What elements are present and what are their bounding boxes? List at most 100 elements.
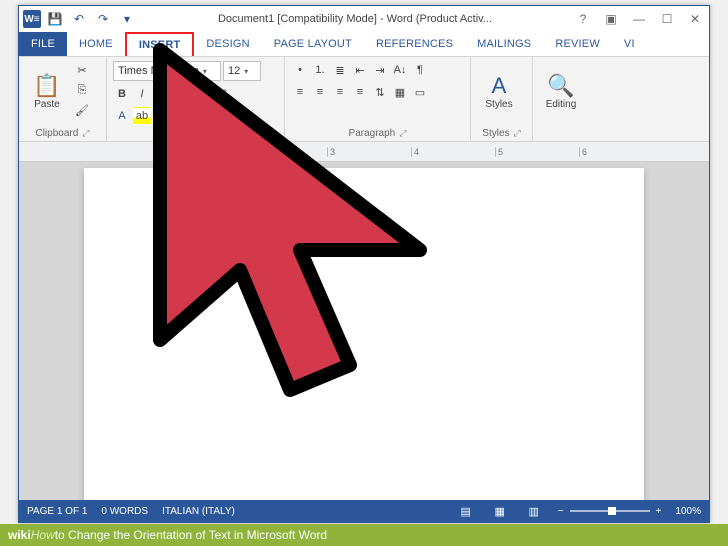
tab-page-layout[interactable]: PAGE LAYOUT xyxy=(262,32,364,56)
tab-view[interactable]: VI xyxy=(612,32,647,56)
ribbon-tabs: FILE HOME INSERT DESIGN PAGE LAYOUT REFE… xyxy=(19,32,709,56)
group-paragraph-label: Paragraph xyxy=(349,128,396,139)
styles-button[interactable]: A Styles xyxy=(477,61,521,121)
ribbon-display-button[interactable]: ▣ xyxy=(597,6,625,32)
bold-button[interactable]: B xyxy=(113,85,131,103)
qat-save-button[interactable]: 💾 xyxy=(45,9,65,29)
group-paragraph: • 1. ≣ ⇤ ⇥ A↓ ¶ ≡ ≡ ≡ ≡ xyxy=(285,57,471,141)
indent-button[interactable]: ⇥ xyxy=(371,61,389,79)
outdent-button[interactable]: ⇤ xyxy=(351,61,369,79)
group-clipboard: 📋 Paste ✂ ⎘ 🖌 Clipboard ⤢ xyxy=(19,57,107,141)
zoom-in-button[interactable]: + xyxy=(656,506,662,517)
ribbon: 📋 Paste ✂ ⎘ 🖌 Clipboard⤢ Times N xyxy=(19,56,709,142)
editing-label: Editing xyxy=(546,99,577,110)
zoom-percent[interactable]: 100% xyxy=(675,506,701,517)
paragraph-launcher[interactable]: ⤢ xyxy=(399,128,406,139)
bullets-button[interactable]: • xyxy=(291,61,309,79)
paste-label: Paste xyxy=(34,99,60,110)
tab-mailings[interactable]: MAILINGS xyxy=(465,32,543,56)
sort-button[interactable]: A↓ xyxy=(391,61,409,79)
copy-button[interactable]: ⎘ xyxy=(73,81,91,99)
change-case-button[interactable]: Aa xyxy=(153,107,171,125)
caption-how: How xyxy=(31,528,55,542)
document-area[interactable] xyxy=(19,162,709,500)
status-bar: PAGE 1 OF 1 0 WORDS ITALIAN (ITALY) ▤ ▦ … xyxy=(19,500,709,522)
group-styles: A Styles Styles ⤢ xyxy=(471,57,533,141)
find-icon: 🔍 xyxy=(547,73,574,99)
justify-button[interactable]: ≡ xyxy=(351,83,369,101)
ruler-tick: 3 xyxy=(327,147,411,157)
group-editing: 🔍 Editing xyxy=(533,57,595,141)
editing-button[interactable]: 🔍 Editing xyxy=(539,61,583,121)
qat-redo-button[interactable]: ↷ xyxy=(93,9,113,29)
status-page[interactable]: PAGE 1 OF 1 xyxy=(27,506,87,517)
numbering-button[interactable]: 1. xyxy=(311,61,329,79)
ruler-tick: 1 xyxy=(159,147,243,157)
group-font: Times New Rom▾ 12▾ B I U abc x₂ x² A xyxy=(107,57,285,141)
read-mode-button[interactable]: ▤ xyxy=(456,503,476,519)
zoom-slider[interactable]: − + xyxy=(558,506,662,517)
ruler-tick: 6 xyxy=(579,147,663,157)
web-layout-button[interactable]: ▥ xyxy=(524,503,544,519)
borders-button[interactable]: ▭ xyxy=(411,83,429,101)
tab-review[interactable]: REVIEW xyxy=(543,32,612,56)
text-caret xyxy=(156,240,157,256)
qat-customize-button[interactable]: ▾ xyxy=(117,9,137,29)
show-marks-button[interactable]: ¶ xyxy=(411,61,429,79)
status-words[interactable]: 0 WORDS xyxy=(101,506,148,517)
caption-wiki: wiki xyxy=(8,528,31,542)
help-button[interactable]: ? xyxy=(569,6,597,32)
shading-button[interactable]: ▦ xyxy=(391,83,409,101)
wikihow-caption: wikiHow to Change the Orientation of Tex… xyxy=(0,524,728,546)
format-painter-button[interactable]: 🖌 xyxy=(73,101,91,119)
group-styles-label: Styles xyxy=(482,128,509,139)
line-spacing-button[interactable]: ⇅ xyxy=(371,83,389,101)
word-app-icon: W≡ xyxy=(23,10,41,28)
superscript-button[interactable]: x² xyxy=(213,85,231,103)
subscript-button[interactable]: x₂ xyxy=(193,85,211,103)
underline-button[interactable]: U xyxy=(153,85,171,103)
ruler-tick: 2 xyxy=(243,147,327,157)
styles-icon: A xyxy=(492,73,507,99)
multilevel-button[interactable]: ≣ xyxy=(331,61,349,79)
styles-launcher[interactable]: ⤢ xyxy=(514,128,521,139)
align-left-button[interactable]: ≡ xyxy=(291,83,309,101)
window-title: Document1 [Compatibility Mode] - Word (P… xyxy=(141,6,569,32)
title-bar: W≡ 💾 ↶ ↷ ▾ Document1 [Compatibility Mode… xyxy=(19,6,709,32)
document-page[interactable] xyxy=(84,168,644,500)
zoom-out-button[interactable]: − xyxy=(558,506,564,517)
paste-icon: 📋 xyxy=(33,73,60,99)
styles-label: Styles xyxy=(485,99,512,110)
font-size-combo[interactable]: 12▾ xyxy=(223,61,261,81)
tab-references[interactable]: REFERENCES xyxy=(364,32,465,56)
close-button[interactable]: ✕ xyxy=(681,6,709,32)
tab-home[interactable]: HOME xyxy=(67,32,125,56)
ruler-tick: 5 xyxy=(495,147,579,157)
strike-button[interactable]: abc xyxy=(173,85,191,103)
ruler-tick: 4 xyxy=(411,147,495,157)
minimize-button[interactable]: — xyxy=(625,6,653,32)
status-language[interactable]: ITALIAN (ITALY) xyxy=(162,506,235,517)
qat-undo-button[interactable]: ↶ xyxy=(69,9,89,29)
font-launcher[interactable]: ⤢ xyxy=(200,128,207,139)
caption-text: to Change the Orientation of Text in Mic… xyxy=(55,528,327,542)
group-clipboard-label: Clipboard xyxy=(35,128,78,139)
italic-button[interactable]: I xyxy=(133,85,151,103)
font-family-combo[interactable]: Times New Rom▾ xyxy=(113,61,221,81)
tab-design[interactable]: DESIGN xyxy=(194,32,261,56)
cut-button[interactable]: ✂ xyxy=(73,61,91,79)
paste-button[interactable]: 📋 Paste xyxy=(25,61,69,121)
horizontal-ruler[interactable]: 1 2 3 4 5 6 xyxy=(19,142,709,162)
align-center-button[interactable]: ≡ xyxy=(311,83,329,101)
tab-file[interactable]: FILE xyxy=(19,32,67,56)
font-color-button[interactable]: A xyxy=(113,107,131,125)
group-editing-label xyxy=(539,125,589,141)
highlight-button[interactable]: ab xyxy=(133,107,151,125)
word-window: W≡ 💾 ↶ ↷ ▾ Document1 [Compatibility Mode… xyxy=(18,5,710,523)
maximize-button[interactable]: ☐ xyxy=(653,6,681,32)
align-right-button[interactable]: ≡ xyxy=(331,83,349,101)
print-layout-button[interactable]: ▦ xyxy=(490,503,510,519)
tab-insert[interactable]: INSERT xyxy=(125,32,195,56)
zoom-thumb[interactable] xyxy=(608,507,616,515)
clipboard-launcher[interactable]: ⤢ xyxy=(82,128,89,139)
